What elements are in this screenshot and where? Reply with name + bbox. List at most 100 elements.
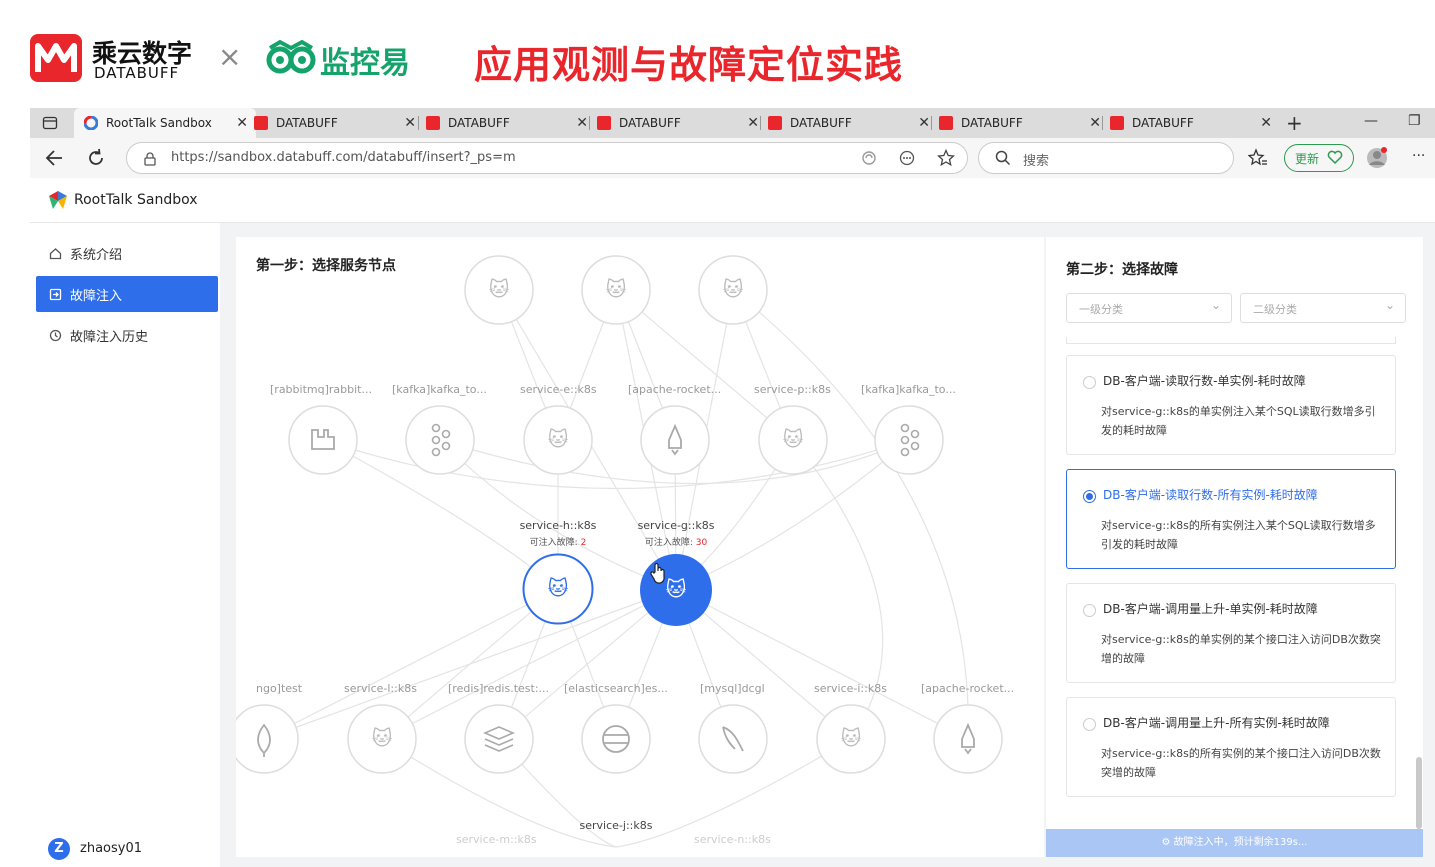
search-field[interactable]: 搜索: [978, 142, 1234, 174]
fault-card[interactable]: DB-客户端-调用量上升-所有实例-耗时故障 对service-g::k8s的所…: [1066, 697, 1396, 797]
tab-label: DATABUFF: [619, 116, 681, 130]
node-label: ngo]test: [256, 682, 303, 695]
profile-avatar[interactable]: [1366, 147, 1388, 173]
rocketmq-node[interactable]: [639, 404, 711, 480]
service-node[interactable]: 🐱: [346, 703, 418, 779]
close-tab-icon[interactable]: ✕: [918, 115, 930, 131]
user-avatar[interactable]: Z: [48, 838, 70, 860]
scrollbar[interactable]: [1416, 757, 1422, 829]
fault-title: DB-客户端-调用量上升-单实例-耗时故障: [1103, 602, 1318, 616]
update-button[interactable]: 更新: [1284, 144, 1354, 172]
databuff-logo: [30, 34, 82, 82]
tab-databuff[interactable]: DATABUFF ✕: [1102, 108, 1280, 138]
close-tab-icon[interactable]: ✕: [404, 115, 416, 131]
select-placeholder: 一级分类: [1079, 303, 1123, 316]
fault-card[interactable]: DB-客户端-调用量上升-单实例-耗时故障 对service-g::k8s的单实…: [1066, 583, 1396, 683]
node-label: [kafka]kafka_to...: [861, 383, 956, 396]
node-label: [redis]redis.test:...: [448, 682, 550, 695]
nav-item-intro[interactable]: 系统介绍: [36, 235, 218, 271]
svg-text:🐱: 🐱: [841, 726, 862, 750]
minimize-button[interactable]: —: [1364, 113, 1378, 129]
nav-item-history[interactable]: 故障注入历史: [36, 317, 218, 353]
elasticsearch-node[interactable]: [580, 703, 652, 779]
svg-text:🐱: 🐱: [489, 277, 510, 301]
chevron-down-icon: ⌄: [1210, 298, 1221, 312]
radio-button[interactable]: [1083, 604, 1096, 617]
favorite-star-icon[interactable]: [936, 148, 956, 171]
lock-icon: [143, 151, 157, 170]
tab-roottalk[interactable]: RootTalk Sandbox ✕: [74, 108, 256, 138]
more-apps-icon[interactable]: [899, 150, 915, 170]
close-tab-icon[interactable]: ✕: [576, 115, 588, 131]
service-topology-panel: 第一步：选择服务节点 🐱 🐱 🐱 [rabbitmq]rabbit... [ka…: [236, 237, 1044, 857]
user-name[interactable]: zhaosy01: [80, 841, 142, 856]
svg-text:🐱: 🐱: [372, 726, 393, 750]
back-arrow-icon[interactable]: [44, 148, 64, 172]
tab-databuff[interactable]: DATABUFF ✕: [246, 108, 424, 138]
favorites-icon[interactable]: [1247, 148, 1268, 172]
search-icon: [995, 150, 1011, 170]
fault-card[interactable]: DB-客户端-读取行数-单实例-耗时故障 对service-g::k8s的单实例…: [1066, 355, 1396, 455]
databuff-favicon-icon: [597, 116, 611, 130]
nav-item-fault-injection[interactable]: 故障注入: [36, 276, 218, 312]
nav-label: 故障注入: [70, 288, 123, 304]
tab-label: RootTalk Sandbox: [106, 116, 212, 130]
svg-text:🐱: 🐱: [723, 277, 744, 301]
service-h-node[interactable]: 🐱: [522, 553, 594, 629]
close-tab-icon[interactable]: ✕: [747, 115, 759, 131]
radio-button[interactable]: [1083, 376, 1096, 389]
service-node[interactable]: 🐱: [697, 254, 769, 330]
service-node[interactable]: 🐱: [815, 703, 887, 779]
tab-label: DATABUFF: [961, 116, 1023, 130]
svg-text:🐱: 🐱: [666, 577, 687, 601]
tab-databuff[interactable]: DATABUFF ✕: [760, 108, 938, 138]
url-field[interactable]: https://sandbox.databuff.com/databuff/in…: [126, 142, 968, 174]
browser-address-bar: https://sandbox.databuff.com/databuff/in…: [30, 138, 1435, 178]
new-tab-button[interactable]: +: [1286, 111, 1303, 135]
category-level1-select[interactable]: 一级分类 ⌄: [1066, 293, 1232, 323]
node-label: service-i::k8s: [814, 682, 887, 695]
tab-databuff[interactable]: DATABUFF ✕: [931, 108, 1109, 138]
service-node[interactable]: 🐱: [757, 404, 829, 480]
close-tab-icon[interactable]: ✕: [1089, 115, 1101, 131]
svg-text:🐱: 🐱: [548, 427, 569, 451]
nav-label: 系统介绍: [70, 247, 123, 263]
restore-button[interactable]: ❐: [1408, 113, 1421, 129]
heart-icon: [1327, 149, 1343, 168]
service-node[interactable]: 🐱: [522, 404, 594, 480]
node-label-partial: service-n::k8s: [694, 833, 771, 846]
databuff-favicon-icon: [254, 116, 268, 130]
service-node[interactable]: 🐱: [580, 254, 652, 330]
browser-menu-button[interactable]: ···: [1412, 148, 1425, 164]
tab-actions-icon[interactable]: [42, 115, 58, 131]
browser-tab-bar: RootTalk Sandbox ✕ DATABUFF ✕ DATABUFF ✕…: [30, 108, 1435, 138]
tab-databuff[interactable]: DATABUFF ✕: [418, 108, 596, 138]
mysql-node[interactable]: [697, 703, 769, 779]
tab-databuff[interactable]: DATABUFF ✕: [589, 108, 767, 138]
kafka-node[interactable]: [873, 404, 945, 480]
mongo-node[interactable]: [236, 703, 300, 779]
nav-label: 故障注入历史: [70, 329, 149, 345]
radio-button[interactable]: [1083, 718, 1096, 731]
kafka-node[interactable]: [404, 404, 476, 480]
fault-card-selected[interactable]: DB-客户端-读取行数-所有实例-耗时故障 对service-g::k8s的所有…: [1066, 469, 1396, 569]
node-label: service-p::k8s: [754, 383, 831, 396]
read-aloud-icon[interactable]: [861, 150, 877, 170]
redis-node[interactable]: [463, 703, 535, 779]
chevron-down-icon: ⌄: [1384, 298, 1395, 312]
rabbitmq-node[interactable]: [287, 404, 359, 480]
rocketmq-node[interactable]: [932, 703, 1004, 779]
refresh-icon[interactable]: [86, 148, 106, 172]
fault-selection-panel: 第二步：选择故障 一级分类 ⌄ 二级分类 ⌄ DB-客户端-读取行数-单实例-耗时故…: [1046, 237, 1423, 857]
category-level2-select[interactable]: 二级分类 ⌄: [1240, 293, 1406, 323]
service-node[interactable]: 🐱: [463, 254, 535, 330]
inject-status-button[interactable]: ⚙ 故障注入中，预计剩余139s...: [1046, 829, 1423, 857]
fault-desc: 对service-g::k8s的所有实例的某个接口注入访问DB次数突增的故障: [1101, 747, 1381, 779]
radio-button-checked[interactable]: [1083, 490, 1096, 503]
node-label: service-g::k8s: [637, 519, 715, 532]
node-label: service-e::k8s: [520, 383, 597, 396]
tab-label: DATABUFF: [790, 116, 852, 130]
close-tab-icon[interactable]: ✕: [1260, 115, 1272, 131]
app-title: RootTalk Sandbox: [74, 192, 198, 208]
roottalk-favicon-icon: [83, 115, 99, 131]
